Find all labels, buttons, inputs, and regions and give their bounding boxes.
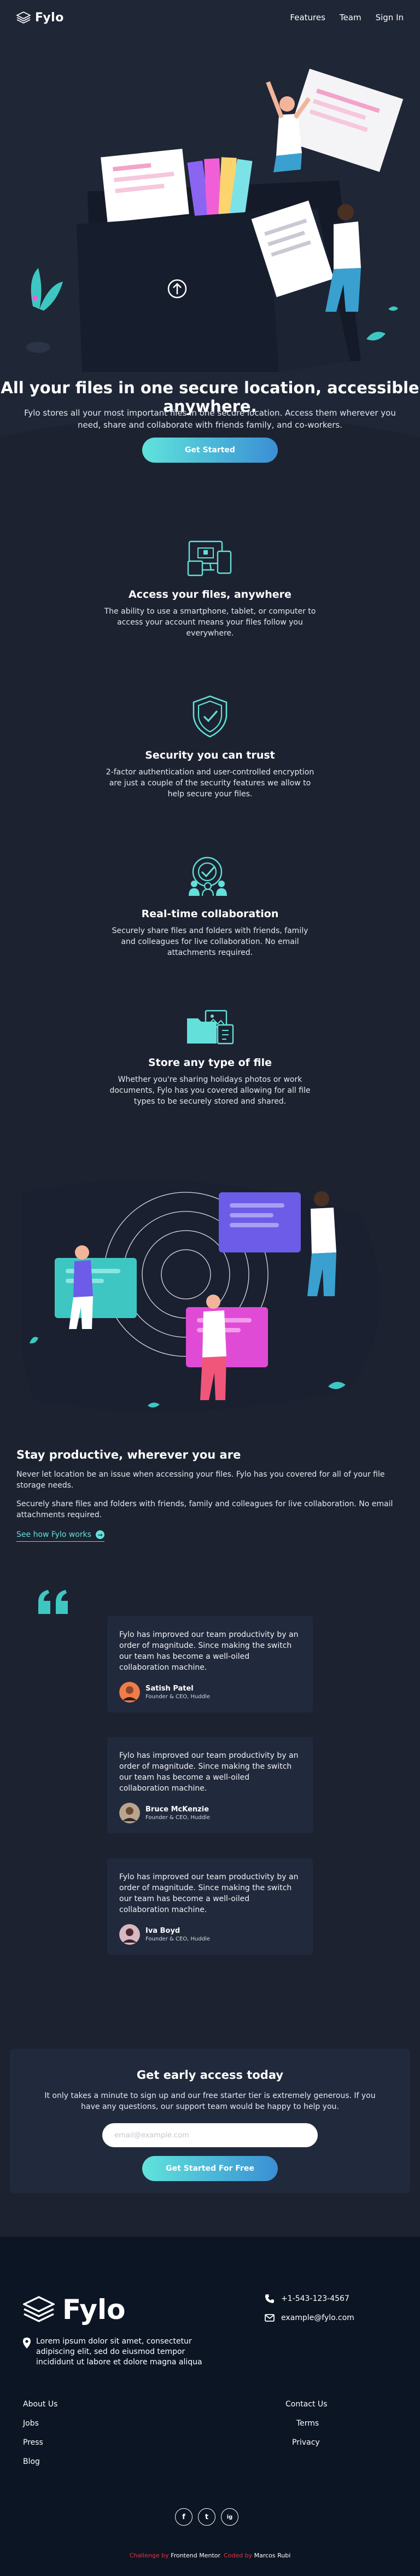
- footer-links-2: Contact Us Terms Privacy: [285, 2400, 327, 2457]
- testimonial-person: Bruce McKenzie Founder & CEO, Huddle: [119, 1803, 301, 1823]
- early-access-card: Get early access today It only takes a m…: [10, 2049, 410, 2193]
- shield-icon: [192, 695, 228, 738]
- social-links: f t ig: [175, 2508, 238, 2526]
- nav-team[interactable]: Team: [340, 13, 361, 22]
- get-started-free-button[interactable]: Get Started For Free: [142, 2156, 278, 2181]
- footer-location: Lorem ipsum dolor sit amet, consectetur …: [23, 2336, 203, 2368]
- main-nav: Features Team Sign In: [290, 13, 404, 22]
- testimonial-text: Fylo has improved our team productivity …: [119, 1630, 299, 1672]
- footer-email[interactable]: example@fylo.com: [265, 2313, 354, 2322]
- footer-location-text: Lorem ipsum dolor sit amet, consectetur …: [36, 2337, 202, 2367]
- footer-phone[interactable]: +1-543-123-4567: [265, 2294, 349, 2304]
- credit-org-link[interactable]: Frontend Mentor: [171, 2552, 220, 2559]
- quote-icon: [38, 1590, 68, 1614]
- email-text: example@fylo.com: [281, 2313, 354, 2322]
- phone-text: +1-543-123-4567: [281, 2294, 349, 2303]
- testimonial-person: Iva Boyd Founder & CEO, Huddle: [119, 1924, 301, 1945]
- testimonial-card: Fylo has improved our team productivity …: [107, 1616, 313, 1712]
- avatar: [119, 1924, 140, 1945]
- nav-features[interactable]: Features: [290, 13, 325, 22]
- footer: Fylo Lorem ipsum dolor sit amet, consect…: [0, 2237, 420, 2576]
- testimonial-name: Iva Boyd: [145, 1927, 180, 1935]
- feature-text: The ability to use a smartphone, tablet,…: [104, 607, 316, 638]
- instagram-icon[interactable]: ig: [221, 2508, 238, 2526]
- feature-storage: Store any type of file Whether you're sh…: [101, 1009, 319, 1107]
- footer-link-privacy[interactable]: Privacy: [292, 2438, 327, 2447]
- testimonial-text: Fylo has improved our team productivity …: [119, 1873, 299, 1914]
- avatar: [119, 1682, 140, 1703]
- testimonial-role: Founder & CEO, Huddle: [145, 1815, 210, 1821]
- productive-illustration: [22, 1180, 381, 1412]
- footer-logo[interactable]: Fylo: [23, 2294, 126, 2326]
- footer-link-blog[interactable]: Blog: [23, 2457, 57, 2466]
- logo[interactable]: Fylo: [16, 11, 64, 25]
- hero-text: Fylo stores all your most important file…: [24, 408, 396, 430]
- testimonial-person: Satish Patel Founder & CEO, Huddle: [119, 1682, 301, 1703]
- testimonial-role: Founder & CEO, Huddle: [145, 1694, 210, 1700]
- avatar: [119, 1803, 140, 1823]
- testimonial-card: Fylo has improved our team productivity …: [107, 1858, 313, 1955]
- collaboration-icon: [189, 856, 227, 896]
- feature-security: Security you can trust 2-factor authenti…: [101, 695, 319, 800]
- logo-icon: [23, 2296, 55, 2322]
- attribution: Challenge by Frontend Mentor. Coded by M…: [0, 2552, 420, 2559]
- header: Fylo Features Team Sign In: [0, 0, 420, 35]
- early-access-text: It only takes a minute to sign up and ou…: [44, 2091, 376, 2111]
- productive-text-2: Securely share files and folders with fr…: [16, 1500, 393, 1519]
- productive-title: Stay productive, wherever you are: [16, 1448, 241, 1461]
- feature-text: Whether you're sharing holidays photos o…: [109, 1075, 311, 1106]
- feature-text: Securely share files and folders with fr…: [112, 926, 308, 957]
- arrow-right-icon: →: [96, 1530, 105, 1539]
- twitter-icon[interactable]: t: [198, 2508, 215, 2526]
- credit-mid: . Coded by: [220, 2552, 253, 2559]
- credit-author-link[interactable]: Marcos Rubi: [254, 2552, 291, 2559]
- testimonial-name: Bruce McKenzie: [145, 1805, 209, 1814]
- logo-text: Fylo: [35, 10, 64, 25]
- email-input[interactable]: [102, 2123, 318, 2147]
- feature-title: Store any type of file: [148, 1057, 272, 1069]
- get-started-button[interactable]: Get Started: [142, 438, 278, 463]
- footer-link-terms[interactable]: Terms: [296, 2419, 327, 2428]
- location-pin-icon: [23, 2338, 31, 2348]
- see-how-link[interactable]: See how Fylo works →: [16, 1530, 105, 1542]
- feature-collaboration: Real-time collaboration Securely share f…: [101, 853, 319, 958]
- nav-sign-in[interactable]: Sign In: [376, 13, 404, 22]
- credit-prefix: Challenge by: [129, 2552, 169, 2559]
- feature-title: Real-time collaboration: [141, 908, 279, 920]
- footer-link-contact[interactable]: Contact Us: [285, 2400, 327, 2409]
- mail-icon: [265, 2314, 275, 2322]
- testimonial-role: Founder & CEO, Huddle: [145, 1936, 210, 1942]
- footer-link-jobs[interactable]: Jobs: [23, 2419, 57, 2428]
- files-icon: [187, 1010, 234, 1045]
- testimonial-card: Fylo has improved our team productivity …: [107, 1737, 313, 1833]
- feature-access: Access your files, anywhere The ability …: [101, 539, 319, 639]
- see-how-label: See how Fylo works: [16, 1530, 92, 1539]
- feature-title: Access your files, anywhere: [129, 588, 291, 601]
- phone-icon: [265, 2294, 274, 2303]
- footer-link-press[interactable]: Press: [23, 2438, 57, 2447]
- feature-title: Security you can trust: [145, 749, 275, 761]
- footer-logo-text: Fylo: [62, 2294, 126, 2326]
- devices-icon: [187, 540, 232, 576]
- facebook-icon[interactable]: f: [175, 2508, 192, 2526]
- testimonial-text: Fylo has improved our team productivity …: [119, 1751, 299, 1793]
- hero-illustration: [26, 68, 404, 372]
- logo-icon: [16, 11, 31, 24]
- productive-text-1: Never let location be an issue when acce…: [16, 1470, 385, 1490]
- footer-link-about[interactable]: About Us: [23, 2400, 57, 2409]
- feature-text: 2-factor authentication and user-control…: [106, 768, 314, 799]
- early-access-title: Get early access today: [136, 2068, 284, 2082]
- footer-links-1: About Us Jobs Press Blog: [23, 2400, 57, 2476]
- testimonial-name: Satish Patel: [145, 1685, 194, 1693]
- page: Fylo Features Team Sign In All your file…: [0, 0, 420, 2576]
